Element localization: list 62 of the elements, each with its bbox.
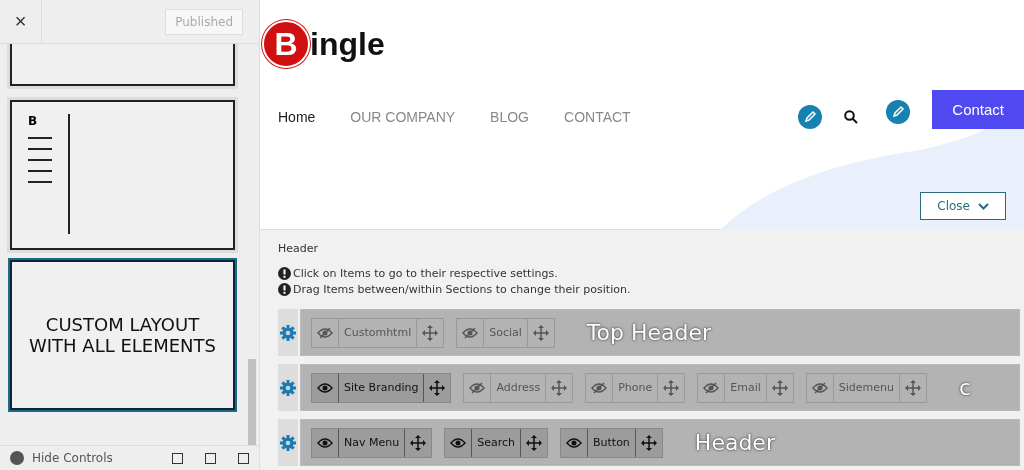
eye-slash-icon <box>317 326 333 339</box>
eye-slash-icon <box>591 381 608 394</box>
logo-letter: B <box>28 114 39 128</box>
search-icon[interactable] <box>844 109 859 124</box>
eye-slash-icon <box>469 381 486 394</box>
move-icon <box>429 379 446 396</box>
eye-icon <box>566 436 582 449</box>
device-icon[interactable] <box>238 452 249 464</box>
info-text: Click on Items to go to their respective settings. <box>293 267 558 280</box>
nav-link[interactable]: CONTACT <box>564 108 631 125</box>
layout-option[interactable]: B <box>10 100 235 250</box>
move-icon <box>551 379 568 396</box>
row-label: Header <box>694 430 775 455</box>
move-icon <box>526 434 542 451</box>
header-item[interactable]: Sidemenu <box>805 372 928 403</box>
header-item[interactable]: Button <box>560 427 663 458</box>
section-title: Header <box>278 242 320 255</box>
move-icon <box>640 434 657 451</box>
edit-icon[interactable] <box>798 104 823 129</box>
hide-controls-link[interactable]: Hide Controls <box>32 451 113 465</box>
contact-button[interactable]: Contact <box>932 90 1024 129</box>
nav-link[interactable]: OUR COMPANY <box>350 108 456 125</box>
move-icon <box>905 379 922 396</box>
move-icon <box>771 379 788 396</box>
warning-icon <box>278 267 291 280</box>
eye-icon <box>317 436 333 449</box>
device-icon[interactable] <box>172 452 183 464</box>
header-item[interactable]: Address <box>463 372 574 403</box>
chevron-down-icon <box>978 202 989 210</box>
header-item[interactable]: Site Branding <box>311 372 452 403</box>
layout-option[interactable]: CUSTOM LAYOUT WITH ALL ELEMENTS <box>10 260 235 410</box>
eye-icon <box>450 436 467 449</box>
move-icon <box>410 434 427 451</box>
move-icon <box>422 324 439 341</box>
settings-icon[interactable] <box>280 434 296 451</box>
settings-icon[interactable] <box>280 324 296 341</box>
warning-icon <box>278 283 291 296</box>
logo-letter: B <box>262 20 310 68</box>
move-icon <box>532 324 549 341</box>
eye-icon <box>317 381 333 394</box>
header-item[interactable]: Search <box>444 427 548 458</box>
edit-icon[interactable] <box>886 99 911 124</box>
header-item[interactable]: Social <box>456 317 555 348</box>
eye-slash-icon <box>811 381 828 394</box>
eye-slash-icon <box>462 326 479 339</box>
header-item[interactable]: Email <box>697 372 794 403</box>
settings-icon[interactable] <box>280 379 296 396</box>
eye-slash-icon <box>703 381 720 394</box>
info-text: Drag Items between/within Sections to change their position. <box>293 283 631 296</box>
row-label: Top Header <box>586 320 712 345</box>
header-item[interactable]: Nav Menu <box>311 427 433 458</box>
header-item[interactable]: Phone <box>585 372 686 403</box>
row-label: c <box>959 375 972 400</box>
close-button[interactable]: × <box>0 0 42 44</box>
device-icon[interactable] <box>205 452 216 464</box>
nav-link[interactable]: BLOG <box>490 108 529 125</box>
header-item[interactable]: Customhtml <box>311 317 445 348</box>
move-icon <box>663 379 680 396</box>
nav-link[interactable]: Home <box>278 108 316 125</box>
layout-option[interactable] <box>10 44 235 86</box>
logo-text: ingle <box>310 25 385 63</box>
close-button[interactable]: Close <box>920 192 1006 220</box>
